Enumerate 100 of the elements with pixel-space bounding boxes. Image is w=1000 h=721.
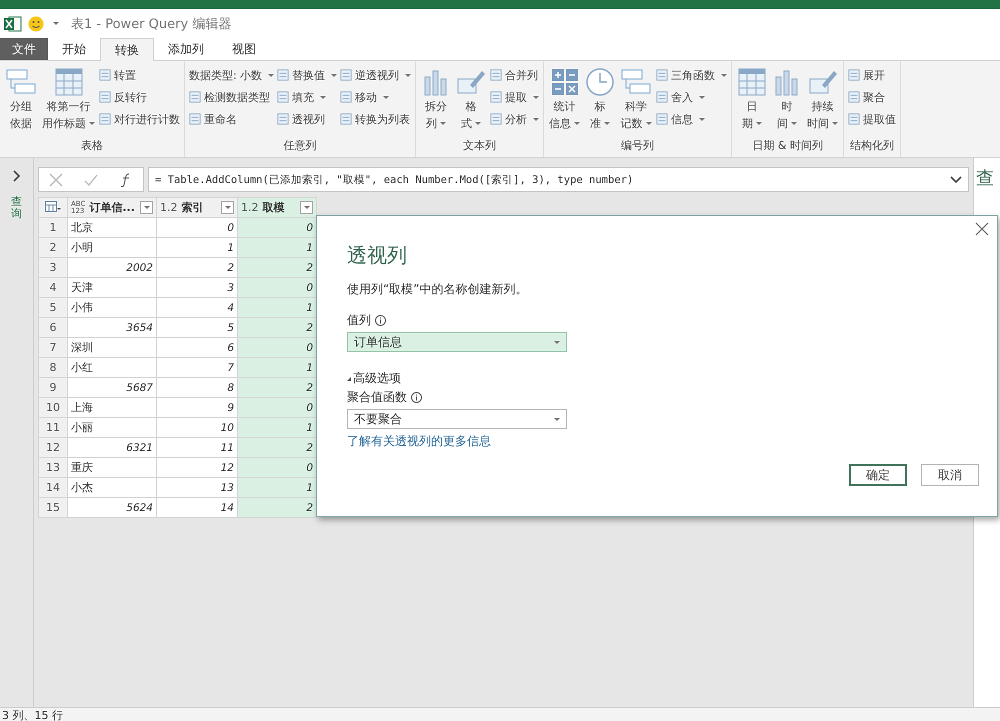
table-cell: 10: [156, 418, 238, 438]
ribbon-button[interactable]: 移动: [339, 87, 412, 107]
group-label: 表格: [80, 138, 104, 154]
list-icon: [277, 69, 290, 81]
row-number: 2: [38, 238, 68, 258]
table-cell: 13: [156, 478, 238, 498]
list-icon: [99, 91, 111, 103]
table-cell: 9: [156, 398, 238, 418]
table-menu-icon[interactable]: [45, 200, 61, 212]
info-icon: [375, 315, 386, 326]
filter-button[interactable]: [221, 201, 234, 214]
ribbon-button[interactable]: 逆透视列: [339, 65, 412, 85]
table-cell: 2: [238, 438, 316, 458]
table-cell: 北京: [68, 218, 156, 238]
ribbon-button[interactable]: 分析: [489, 109, 540, 129]
queries-pane-label[interactable]: 查询: [11, 196, 22, 220]
list-icon: [656, 69, 668, 81]
ribbon-button[interactable]: 持续 时间: [805, 65, 840, 137]
clock-icon: [585, 67, 616, 97]
field-label: 聚合值函数: [347, 389, 407, 406]
ribbon-button[interactable]: 透视列: [276, 109, 338, 129]
chevron-down-icon[interactable]: [950, 176, 962, 184]
ribbon-button[interactable]: 聚合: [847, 87, 898, 107]
ribbon-button[interactable]: 重命名: [188, 109, 276, 129]
row-number: 15: [38, 498, 68, 518]
info-icon: [411, 392, 422, 403]
ribbon-tab[interactable]: 添加列: [154, 38, 218, 60]
advanced-toggle[interactable]: 高级选项: [347, 370, 401, 387]
list-icon: [848, 113, 860, 125]
dialog-button[interactable]: 确定: [849, 464, 907, 486]
excel-logo-icon: [4, 16, 22, 32]
dialog-button[interactable]: 取消: [921, 464, 979, 486]
table-cell: 天津: [68, 278, 156, 298]
dropdown-field[interactable]: 订单信息: [347, 332, 567, 352]
chevron-right-icon[interactable]: [12, 170, 20, 182]
table-cell: 2002: [68, 258, 156, 278]
list-icon: [99, 113, 111, 125]
list-icon: [490, 91, 502, 103]
column-header[interactable]: 1.2 索引: [156, 198, 238, 218]
table-cell: 2: [238, 318, 316, 338]
caret-icon[interactable]: [53, 22, 59, 25]
table-cell: 小丽: [68, 418, 156, 438]
ribbon-button[interactable]: 日 期: [735, 65, 770, 137]
table-cell: 5: [156, 318, 238, 338]
ribbon-button[interactable]: 统计 信息: [547, 65, 582, 137]
ribbon-tab[interactable]: 转换: [100, 38, 154, 61]
ribbon-button[interactable]: 将第一行 用作标题: [40, 65, 97, 137]
ribbon-button[interactable]: 检测数据类型: [188, 87, 276, 107]
table-cell: 0: [238, 278, 316, 298]
table-cell: 5624: [68, 498, 156, 518]
ribbon-button[interactable]: 标 准: [583, 65, 618, 137]
ribbon-button[interactable]: 提取值: [847, 109, 898, 129]
ribbon-button[interactable]: 提取: [489, 87, 540, 107]
table-cell: 0: [238, 398, 316, 418]
group-label: 结构化列: [849, 138, 896, 154]
column-header[interactable]: 1.2 取模: [238, 198, 316, 218]
list-icon: [340, 113, 352, 125]
ribbon-button[interactable]: 拆分 列: [419, 65, 454, 137]
ribbon-tab[interactable]: 视图: [218, 38, 270, 60]
dropdown-field[interactable]: 不要聚合: [347, 409, 567, 429]
smiley-icon[interactable]: [28, 16, 44, 32]
table-cell: 0: [238, 458, 316, 478]
ribbon-button[interactable]: 科学 记数: [618, 65, 654, 137]
ribbon-button[interactable]: 格 式: [454, 65, 488, 137]
row-number: 6: [38, 318, 68, 338]
filter-button[interactable]: [140, 201, 153, 214]
ribbon-button[interactable]: 对行进行计数: [98, 109, 181, 129]
ribbon-tab[interactable]: 文件: [0, 38, 48, 60]
table-cell: 12: [156, 458, 238, 478]
dialog-description: 使用列“取模”中的名称创建新列。: [347, 281, 528, 298]
ribbon-tab[interactable]: 开始: [48, 38, 100, 60]
ribbon-button[interactable]: 分组 依据: [3, 65, 39, 137]
ribbon-button[interactable]: 转换为列表: [339, 109, 412, 129]
ribbon-button[interactable]: 舍入: [655, 87, 728, 107]
type-label: 1.2: [160, 204, 178, 211]
table-cell: 1: [238, 418, 316, 438]
list-icon: [277, 91, 290, 103]
list-icon: [340, 91, 352, 103]
ribbon-button[interactable]: 转置: [98, 65, 181, 85]
table-cell: 2: [238, 258, 316, 278]
table-cell: 6: [156, 338, 238, 358]
ribbon-button[interactable]: 填充: [276, 87, 338, 107]
ribbon-button[interactable]: 替换值: [276, 65, 338, 85]
table-cell: 8: [156, 378, 238, 398]
ribbon-button[interactable]: 三角函数: [655, 65, 728, 85]
check-icon[interactable]: [84, 172, 98, 186]
list-icon: [848, 69, 860, 81]
grid-icon: [737, 67, 768, 97]
formula-field[interactable]: = Table.AddColumn(已添加索引, "取模", each Number.Mod([索引], 3), type number): [148, 167, 969, 192]
filter-button[interactable]: [300, 201, 313, 214]
ribbon-button[interactable]: 数据类型: 小数: [188, 65, 276, 85]
ribbon-button[interactable]: 反转行: [98, 87, 181, 107]
help-link[interactable]: 了解有关透视列的更多信息: [347, 433, 491, 450]
table-cell: 3: [156, 278, 238, 298]
ribbon-button[interactable]: 信息: [655, 109, 728, 129]
row-number: 7: [38, 338, 68, 358]
table-cell: 11: [156, 438, 238, 458]
ribbon-button[interactable]: 展开: [847, 65, 898, 85]
ribbon-button[interactable]: 合并列: [489, 65, 540, 85]
ribbon-button[interactable]: 时 间: [770, 65, 804, 137]
